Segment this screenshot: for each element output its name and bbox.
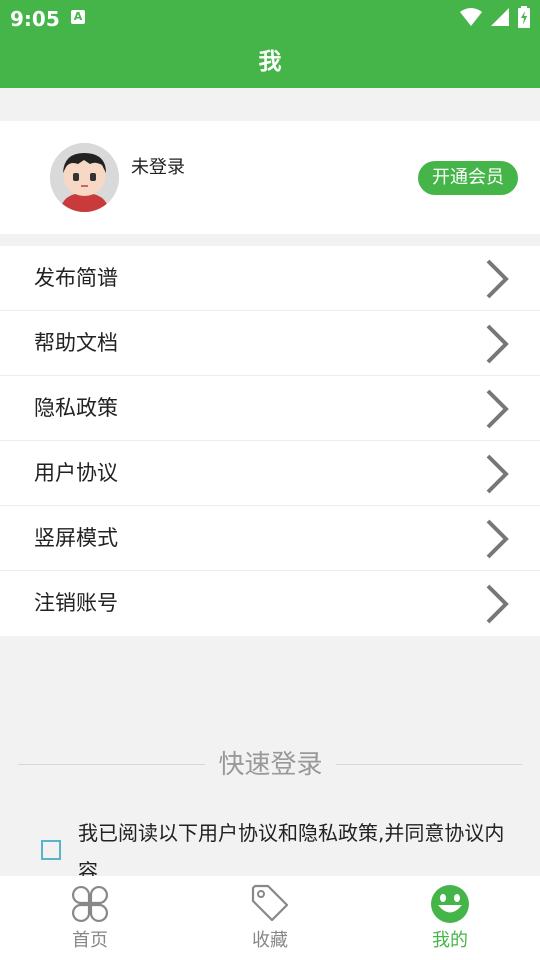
menu-item-user-agreement[interactable]: 用户协议: [0, 441, 540, 506]
menu-item-publish[interactable]: 发布简谱: [0, 246, 540, 311]
avatar-face-icon: [50, 143, 119, 212]
agreement-checkbox[interactable]: [41, 840, 61, 860]
tab-home[interactable]: 首页: [0, 876, 180, 960]
notification-icon: A: [71, 10, 85, 24]
tab-label: 收藏: [252, 930, 288, 951]
menu-item-portrait-mode[interactable]: 竖屏模式: [0, 506, 540, 571]
divider-line: [18, 764, 205, 765]
chevron-right-icon: [486, 259, 509, 299]
page-title: 我: [0, 36, 540, 88]
bottom-tab-bar: 首页 收藏 我的: [0, 876, 540, 960]
login-status[interactable]: 未登录: [131, 153, 185, 179]
quick-login-divider: 快速登录: [0, 740, 540, 790]
menu-item-label: 发布简谱: [34, 266, 118, 290]
chevron-right-icon: [486, 584, 509, 624]
avatar[interactable]: [50, 143, 119, 212]
signal-icon: [491, 8, 509, 26]
profile-card: 未登录 开通会员: [0, 121, 540, 234]
menu-item-label: 帮助文档: [34, 331, 118, 355]
battery-icon: [518, 6, 530, 28]
wifi-icon: [460, 8, 482, 26]
chevron-right-icon: [486, 389, 509, 429]
menu-item-label: 隐私政策: [34, 396, 118, 420]
clover-icon: [71, 885, 109, 923]
chevron-right-icon: [486, 454, 509, 494]
tab-favorites[interactable]: 收藏: [180, 876, 360, 960]
status-icons: [460, 6, 530, 28]
tab-label: 首页: [72, 930, 108, 951]
smiley-icon: [431, 885, 469, 923]
status-bar: 9:05 A: [0, 0, 540, 36]
tab-label: 我的: [432, 930, 468, 951]
open-membership-button[interactable]: 开通会员: [418, 161, 518, 195]
settings-menu: 发布简谱 帮助文档 隐私政策 用户协议 竖屏模式 注销账号: [0, 246, 540, 636]
menu-item-help[interactable]: 帮助文档: [0, 311, 540, 376]
status-time: 9:05: [10, 7, 60, 31]
chevron-right-icon: [486, 519, 509, 559]
menu-item-privacy[interactable]: 隐私政策: [0, 376, 540, 441]
tag-icon: [251, 884, 289, 922]
chevron-right-icon: [486, 324, 509, 364]
menu-item-label: 注销账号: [34, 591, 118, 615]
menu-item-delete-account[interactable]: 注销账号: [0, 571, 540, 636]
divider-line: [336, 764, 522, 765]
menu-item-label: 竖屏模式: [34, 526, 118, 550]
quick-login-title: 快速登录: [218, 750, 323, 780]
tab-mine[interactable]: 我的: [360, 876, 540, 960]
menu-item-label: 用户协议: [34, 461, 118, 485]
